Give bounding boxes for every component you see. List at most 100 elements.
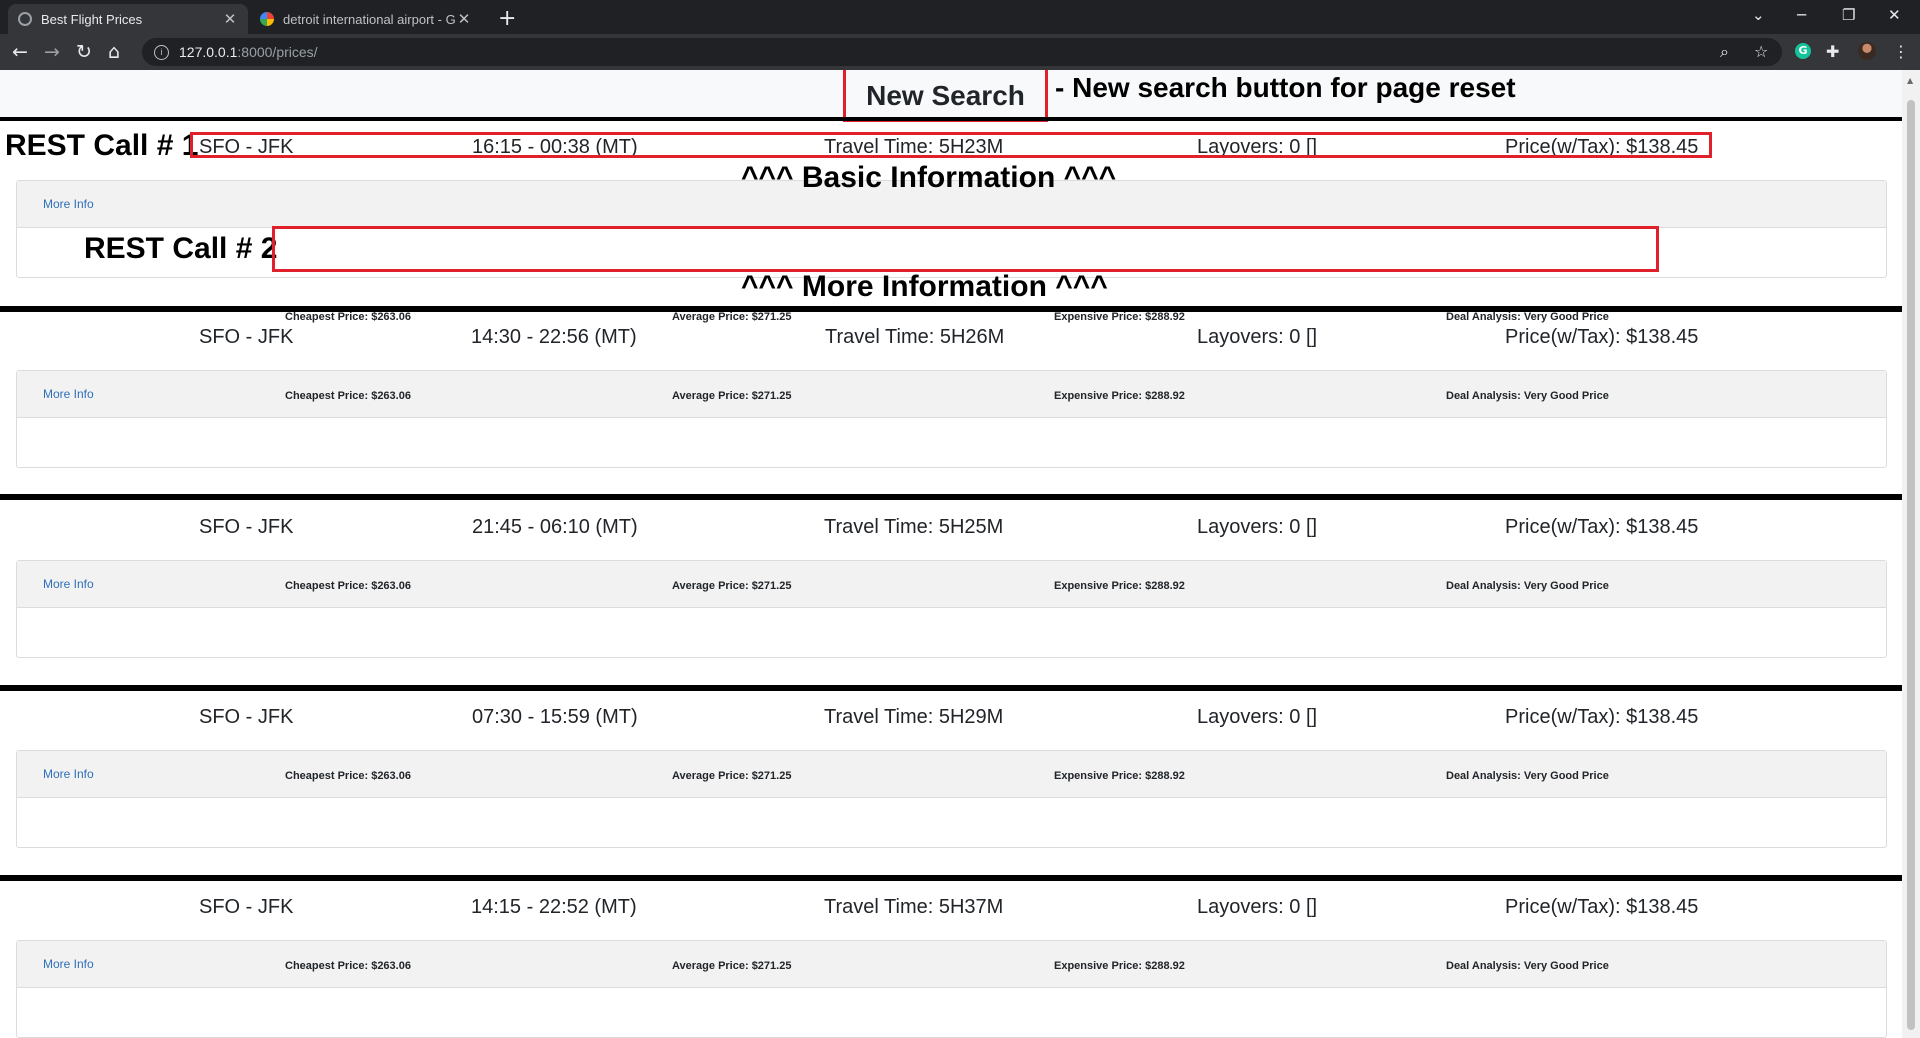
browser-tab-strip: Best Flight Prices ✕ detroit internation… bbox=[0, 0, 1920, 34]
minimize-icon[interactable]: ─ bbox=[1797, 6, 1806, 24]
layovers: Layovers: 0 [] bbox=[1197, 136, 1318, 158]
annotation-basic-information: ^^^ Basic Information ^^^ bbox=[741, 161, 1117, 194]
more-info-link[interactable]: More Info bbox=[43, 767, 94, 781]
tab-title: detroit international airport - Goo bbox=[283, 11, 456, 27]
new-search-button[interactable]: New Search bbox=[843, 70, 1048, 122]
route: SFO - JFK bbox=[199, 706, 294, 728]
cheapest-price: Cheapest Price: $263.06 bbox=[285, 770, 411, 782]
new-tab-button[interactable]: + bbox=[498, 6, 516, 31]
menu-kebab-icon[interactable]: ⋮ bbox=[1893, 42, 1909, 61]
deal-analysis: Deal Analysis: Very Good Price bbox=[1446, 580, 1609, 592]
route: SFO - JFK bbox=[199, 136, 294, 158]
tab-search-icon[interactable]: ⌄ bbox=[1752, 6, 1765, 24]
flight-divider bbox=[0, 306, 1902, 312]
route: SFO - JFK bbox=[199, 516, 294, 538]
annotation-rest-call-1: REST Call # 1 bbox=[5, 129, 199, 162]
departure-arrival-times: 14:15 - 22:52 (MT) bbox=[471, 896, 637, 918]
vertical-scrollbar[interactable]: ▲ bbox=[1902, 70, 1920, 1038]
more-info-link[interactable]: More Info bbox=[43, 387, 94, 401]
flight-result: SFO - JFK 07:30 - 15:59 (MT) Travel Time… bbox=[0, 706, 1902, 896]
travel-time: Travel Time: 5H25M bbox=[824, 516, 1004, 538]
annotation-more-information: ^^^ More Information ^^^ bbox=[741, 270, 1108, 303]
home-icon[interactable]: ⌂ bbox=[108, 41, 120, 63]
google-icon bbox=[260, 12, 274, 26]
price-with-tax: Price(w/Tax): $138.45 bbox=[1505, 516, 1699, 538]
travel-time: Travel Time: 5H29M bbox=[824, 706, 1004, 728]
back-icon[interactable]: ← bbox=[12, 41, 28, 63]
annotation-new-search-note: - New search button for page reset bbox=[1055, 72, 1516, 103]
flight-result: SFO - JFK 21:45 - 06:10 (MT) Travel Time… bbox=[0, 516, 1902, 706]
average-price: Average Price: $271.25 bbox=[672, 390, 792, 402]
tab-best-flight-prices[interactable]: Best Flight Prices ✕ bbox=[8, 4, 248, 34]
flight-result: SFO - JFK 14:15 - 22:52 (MT) Travel Time… bbox=[0, 896, 1902, 1038]
route: SFO - JFK bbox=[199, 326, 294, 348]
close-tab-icon[interactable]: ✕ bbox=[222, 10, 238, 28]
price-with-tax: Price(w/Tax): $138.45 bbox=[1505, 896, 1699, 918]
more-info-link[interactable]: More Info bbox=[43, 957, 94, 971]
more-info-card: More Info bbox=[16, 370, 1887, 468]
departure-arrival-times: 07:30 - 15:59 (MT) bbox=[472, 706, 638, 728]
price-with-tax: Price(w/Tax): $138.45 bbox=[1505, 706, 1699, 728]
departure-arrival-times: 16:15 - 00:38 (MT) bbox=[472, 136, 638, 158]
page-viewport: New Search - New search button for page … bbox=[0, 70, 1902, 1038]
forward-icon[interactable]: → bbox=[44, 41, 60, 63]
extensions-puzzle-icon[interactable]: ✚ bbox=[1826, 42, 1839, 61]
departure-arrival-times: 21:45 - 06:10 (MT) bbox=[472, 516, 638, 538]
average-price: Average Price: $271.25 bbox=[672, 580, 792, 592]
tab-google-search[interactable]: detroit international airport - Goo ✕ bbox=[250, 4, 482, 34]
travel-time: Travel Time: 5H26M bbox=[825, 326, 1005, 348]
more-info-link[interactable]: More Info bbox=[43, 197, 94, 211]
profile-avatar[interactable] bbox=[1858, 42, 1876, 60]
expensive-price: Expensive Price: $288.92 bbox=[1054, 960, 1185, 972]
more-info-card: More Info bbox=[16, 750, 1887, 848]
site-info-icon[interactable]: i bbox=[154, 44, 169, 60]
cheapest-price: Cheapest Price: $263.06 bbox=[285, 960, 411, 972]
reload-icon[interactable]: ↻ bbox=[76, 41, 92, 63]
route: SFO - JFK bbox=[199, 896, 294, 918]
average-price: Average Price: $271.25 bbox=[672, 311, 792, 323]
annotation-rest-call-2: REST Call # 2 bbox=[84, 232, 278, 265]
more-info-card: More Info bbox=[16, 940, 1887, 1038]
restore-icon[interactable]: ❐ bbox=[1842, 6, 1855, 24]
layovers: Layovers: 0 [] bbox=[1197, 326, 1318, 348]
layovers: Layovers: 0 [] bbox=[1197, 516, 1318, 538]
deal-analysis: Deal Analysis: Very Good Price bbox=[1446, 390, 1609, 402]
url-path: :8000/prices/ bbox=[237, 44, 318, 60]
flight-divider bbox=[0, 117, 1902, 121]
grammarly-extension-icon[interactable]: G bbox=[1795, 43, 1811, 59]
expensive-price: Expensive Price: $288.92 bbox=[1054, 311, 1185, 323]
layovers: Layovers: 0 [] bbox=[1197, 706, 1318, 728]
bookmark-star-icon[interactable]: ☆ bbox=[1754, 42, 1768, 61]
zoom-icon[interactable]: ⌕ bbox=[1720, 42, 1729, 62]
url-host: 127.0.0.1 bbox=[179, 44, 238, 60]
departure-arrival-times: 14:30 - 22:56 (MT) bbox=[471, 326, 637, 348]
flight-divider bbox=[0, 685, 1902, 691]
cheapest-price: Cheapest Price: $263.06 bbox=[285, 390, 411, 402]
close-window-icon[interactable]: ✕ bbox=[1888, 6, 1901, 24]
flight-result: SFO - JFK 14:30 - 22:56 (MT) Travel Time… bbox=[0, 326, 1902, 516]
deal-analysis: Deal Analysis: Very Good Price bbox=[1446, 770, 1609, 782]
expensive-price: Expensive Price: $288.92 bbox=[1054, 580, 1185, 592]
more-info-card: More Info bbox=[16, 560, 1887, 658]
tab-title: Best Flight Prices bbox=[41, 11, 143, 27]
cheapest-price: Cheapest Price: $263.06 bbox=[285, 311, 411, 323]
price-with-tax: Price(w/Tax): $138.45 bbox=[1505, 136, 1699, 158]
layovers: Layovers: 0 [] bbox=[1197, 896, 1318, 918]
deal-analysis: Deal Analysis: Very Good Price bbox=[1446, 311, 1609, 323]
close-tab-icon[interactable]: ✕ bbox=[456, 10, 472, 28]
cheapest-price: Cheapest Price: $263.06 bbox=[285, 580, 411, 592]
globe-icon bbox=[18, 12, 32, 26]
browser-toolbar: ← → ↻ ⌂ i 127.0.0.1:8000/prices/ ⌕ ☆ ✚ ⋮ bbox=[0, 34, 1920, 70]
expensive-price: Expensive Price: $288.92 bbox=[1054, 770, 1185, 782]
address-bar[interactable]: i 127.0.0.1:8000/prices/ bbox=[142, 38, 1782, 66]
scroll-up-icon[interactable]: ▲ bbox=[1907, 76, 1913, 85]
deal-analysis: Deal Analysis: Very Good Price bbox=[1446, 960, 1609, 972]
flight-divider bbox=[0, 875, 1902, 881]
travel-time: Travel Time: 5H23M bbox=[824, 136, 1004, 158]
more-info-link[interactable]: More Info bbox=[43, 577, 94, 591]
scrollbar-thumb[interactable] bbox=[1907, 100, 1915, 1030]
average-price: Average Price: $271.25 bbox=[672, 960, 792, 972]
flight-divider bbox=[0, 494, 1902, 500]
travel-time: Travel Time: 5H37M bbox=[824, 896, 1004, 918]
average-price: Average Price: $271.25 bbox=[672, 770, 792, 782]
